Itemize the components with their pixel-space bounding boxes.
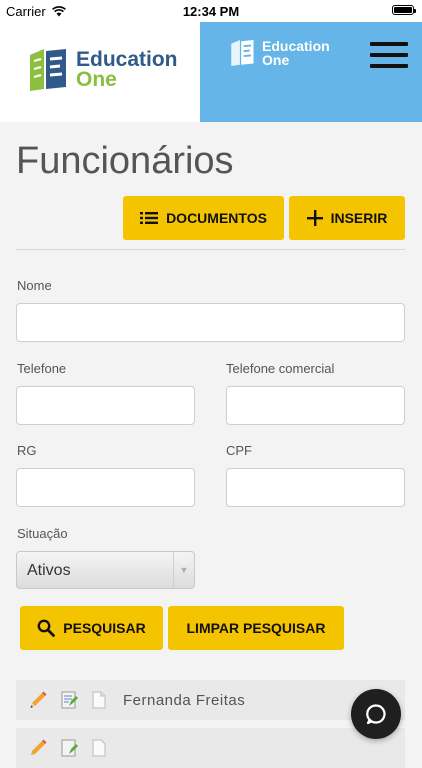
- telefone-comercial-field[interactable]: [226, 386, 405, 425]
- book-logo-icon: [30, 49, 66, 91]
- search-icon: [37, 619, 56, 637]
- logo-line1: Education: [76, 48, 178, 71]
- battery-icon: [392, 5, 416, 15]
- hamburger-icon: [370, 42, 408, 46]
- list-item[interactable]: [16, 728, 405, 768]
- list-item[interactable]: Fernanda Freitas: [16, 680, 405, 720]
- clear-search-button[interactable]: LIMPAR PESQUISAR: [168, 606, 344, 650]
- situacao-select[interactable]: Ativos ▼: [16, 551, 195, 589]
- status-time: 12:34 PM: [182, 4, 240, 19]
- nome-field[interactable]: [16, 303, 405, 342]
- chevron-down-icon: ▼: [173, 552, 194, 588]
- pencil-icon[interactable]: [28, 690, 48, 710]
- situacao-value: Ativos: [27, 562, 71, 579]
- document-edit-icon[interactable]: [59, 690, 79, 710]
- telefone-comercial-label: Telefone comercial: [226, 361, 335, 376]
- page-title: Funcionários: [16, 140, 234, 182]
- nome-label: Nome: [17, 278, 52, 293]
- brand-logo-small: Education One: [230, 38, 330, 68]
- brand-logo[interactable]: Education One: [28, 47, 178, 93]
- telefone-field[interactable]: [16, 386, 195, 425]
- book-logo-small-icon: [231, 40, 254, 66]
- header-logo-area: Education One: [0, 22, 200, 122]
- logo-small-line2: One: [262, 52, 290, 68]
- employee-name: Fernanda Freitas: [123, 692, 246, 709]
- insert-button[interactable]: INSERIR: [289, 196, 405, 240]
- search-button[interactable]: PESQUISAR: [20, 606, 163, 650]
- clear-search-label: LIMPAR PESQUISAR: [186, 620, 326, 636]
- blank-document-icon[interactable]: [89, 690, 109, 710]
- insert-label: INSERIR: [330, 210, 388, 226]
- document-edit-icon[interactable]: [59, 738, 79, 758]
- app-header: Education One Education One: [0, 22, 422, 122]
- divider: [16, 249, 405, 250]
- plus-icon: [306, 210, 323, 226]
- telefone-label: Telefone: [17, 361, 67, 376]
- blank-document-icon[interactable]: [89, 738, 109, 758]
- situacao-label: Situação: [17, 526, 68, 541]
- cpf-field[interactable]: [226, 468, 405, 507]
- cpf-label: CPF: [226, 443, 252, 458]
- chat-bubble-icon: [366, 704, 386, 725]
- pencil-icon[interactable]: [28, 738, 48, 758]
- documents-label: DOCUMENTOS: [166, 210, 267, 226]
- hamburger-menu-button[interactable]: [370, 42, 408, 68]
- chat-button[interactable]: [351, 689, 401, 739]
- status-bar: Carrier 12:34 PM: [0, 0, 422, 22]
- logo-small-line1: Education: [262, 38, 330, 54]
- rg-label: RG: [17, 443, 37, 458]
- rg-field[interactable]: [16, 468, 195, 507]
- search-label: PESQUISAR: [63, 620, 146, 636]
- header-menu-area: Education One: [200, 22, 422, 122]
- documents-button[interactable]: DOCUMENTOS: [123, 196, 284, 240]
- list-icon: [140, 212, 159, 224]
- logo-line2: One: [76, 68, 117, 91]
